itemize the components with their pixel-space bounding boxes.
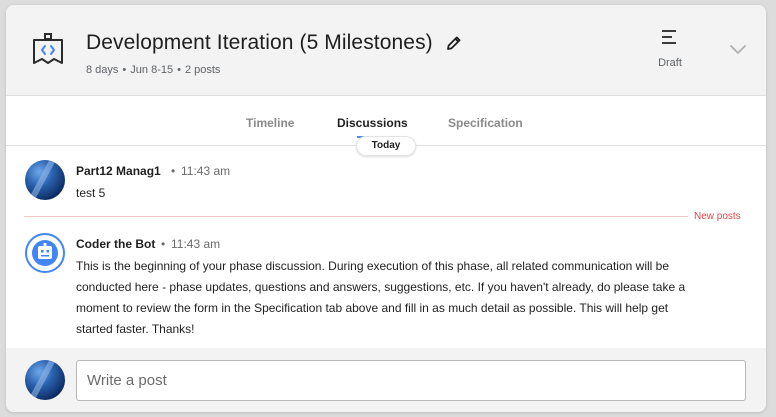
title-row: Development Iteration (5 Milestones) [86, 30, 463, 56]
post-author[interactable]: Part12 Manag1 [76, 164, 161, 178]
date-range: Jun 8-15 [130, 64, 174, 76]
post-composer [6, 348, 766, 412]
lines-icon [662, 30, 676, 44]
tab-discussions[interactable]: Discussions [337, 116, 408, 130]
post-count: 2 posts [184, 64, 221, 76]
phase-card: Development Iteration (5 Milestones) 8 d… [6, 5, 766, 412]
post-text-line: started faster. Thanks! [76, 322, 195, 336]
duration: 8 days [86, 64, 119, 76]
chevron-down-icon[interactable] [729, 43, 747, 55]
avatar [25, 360, 65, 400]
phase-meta: 8 days • Jun 8-15 • 2 posts [86, 64, 220, 76]
status-indicator[interactable]: Draft [642, 29, 698, 69]
new-posts-label: New posts [694, 211, 741, 222]
bot-avatar[interactable] [25, 233, 65, 273]
robot-icon [32, 240, 58, 266]
post-time: 11:43 am [181, 164, 231, 178]
post-time: 11:43 am [171, 237, 221, 251]
phase-header: Development Iteration (5 Milestones) 8 d… [6, 5, 766, 96]
post-input[interactable] [76, 360, 746, 401]
post-text-line: conducted here - phase updates, question… [76, 280, 686, 294]
pencil-icon[interactable] [445, 34, 463, 52]
tab-bar: Timeline Discussions Specification Today [6, 96, 766, 156]
tab-specification[interactable]: Specification [448, 116, 523, 130]
page-title: Development Iteration (5 Milestones) [86, 31, 433, 54]
post-text-line: This is the beginning of your phase disc… [76, 259, 669, 273]
post-text: This is the beginning of your phase disc… [76, 256, 756, 340]
post-separator: • [171, 164, 176, 178]
tab-timeline[interactable]: Timeline [246, 116, 294, 130]
avatar[interactable] [25, 160, 65, 200]
meta-separator: • [122, 64, 127, 76]
status-label: Draft [658, 57, 682, 69]
code-flag-icon [33, 33, 63, 64]
date-divider-pill: Today [356, 136, 416, 156]
post-text: test 5 [76, 186, 106, 200]
post-text-line: moment to review the form in the Specifi… [76, 301, 669, 315]
post-separator: • [161, 237, 166, 251]
new-posts-divider [24, 216, 688, 217]
meta-separator: • [177, 64, 181, 76]
post-author[interactable]: Coder the Bot [76, 237, 155, 251]
